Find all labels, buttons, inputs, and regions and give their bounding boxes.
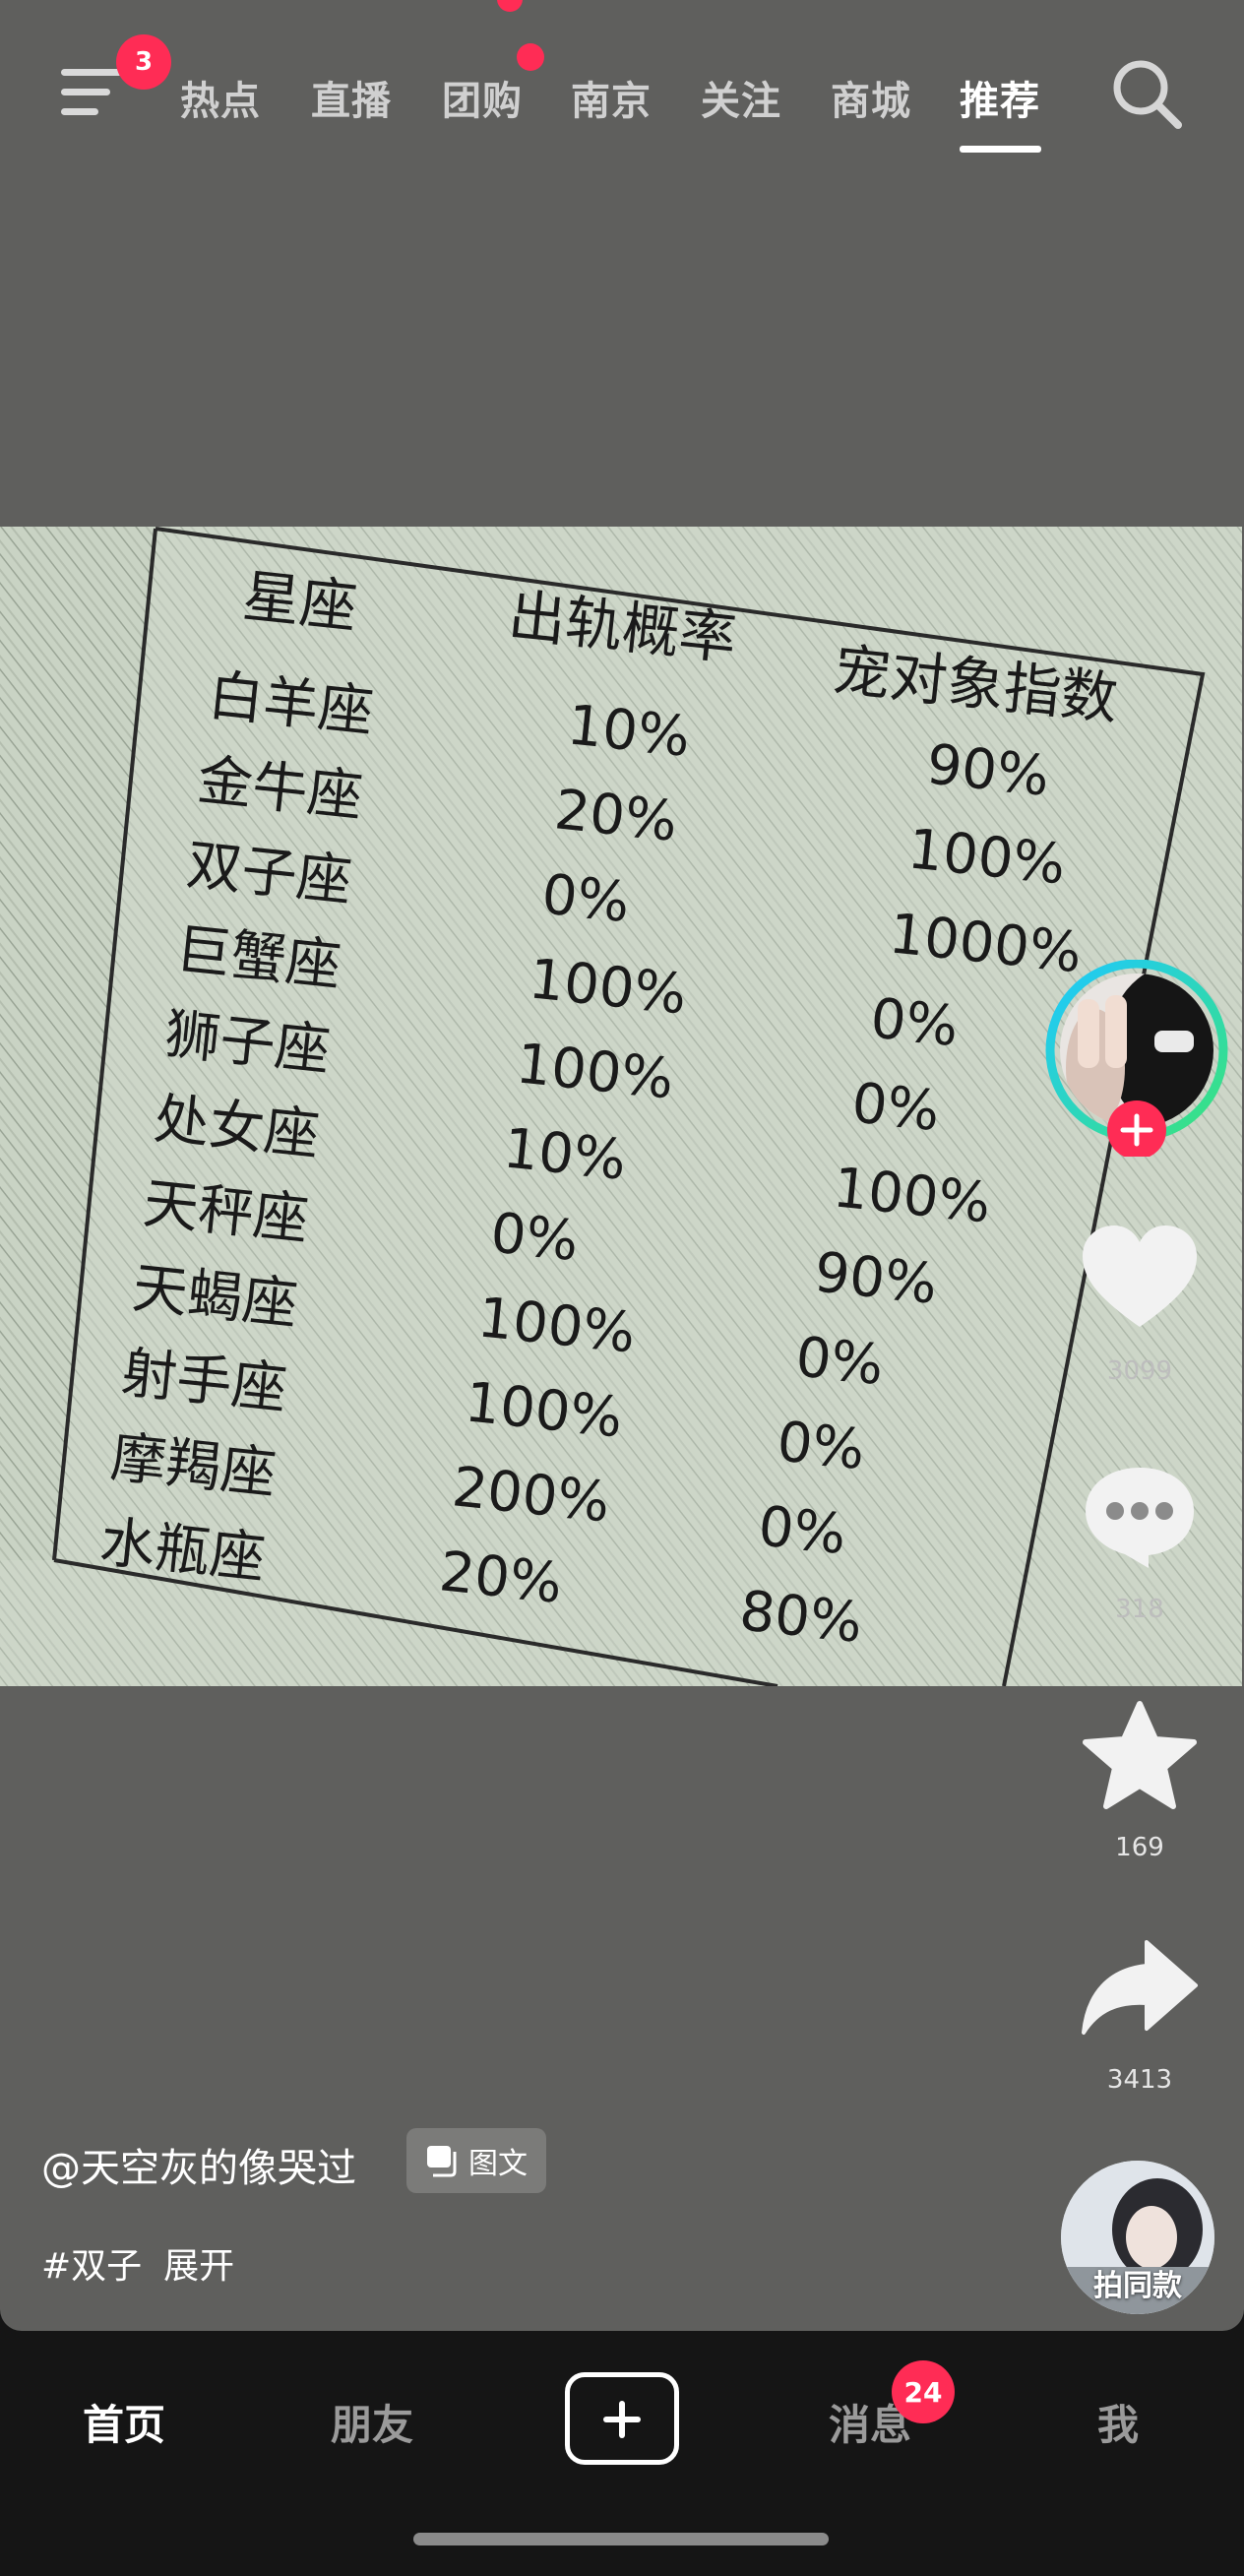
images-icon	[427, 2146, 457, 2177]
favorite-count: 169	[1115, 1833, 1164, 1862]
feed-card: 3 热点 直播 团购 南京 关注 商城 推荐 星座 出轨概率 宠对象指数 白羊座 10%…	[0, 0, 1244, 2331]
tab-group-buy[interactable]: 团购	[442, 69, 523, 126]
comment-count: 318	[1115, 1595, 1164, 1624]
same-style-label: 拍同款	[1093, 2269, 1182, 2303]
table-cell-pamper-index: 0%	[849, 1071, 943, 1144]
favorite-icon[interactable]	[1078, 1698, 1202, 1816]
author-name[interactable]: @天空灰的像哭过	[41, 2136, 356, 2193]
table-cell-probability: 20%	[552, 778, 681, 854]
messages-badge: 24	[892, 2360, 955, 2423]
table-cell-probability: 0%	[539, 862, 633, 935]
hashtag-link[interactable]: #双子	[41, 2246, 142, 2287]
create-button[interactable]	[565, 2372, 679, 2465]
expand-button[interactable]: 展开	[163, 2246, 234, 2287]
tab-hot[interactable]: 热点	[180, 69, 261, 126]
menu-button[interactable]	[57, 61, 126, 122]
tab-recommend[interactable]: 推荐	[960, 69, 1040, 126]
comment-icon[interactable]	[1078, 1462, 1202, 1572]
search-icon[interactable]	[1107, 54, 1186, 133]
nav-friends[interactable]: 朋友	[331, 2392, 413, 2452]
table-cell-pamper-index: 0%	[868, 986, 962, 1059]
tab-group-buy-dot	[517, 43, 544, 71]
table-cell-pamper-index: 0%	[775, 1410, 868, 1482]
caption-tags: #双子 展开	[41, 2237, 234, 2289]
table-cell-probability: 10%	[565, 693, 694, 770]
table-header-sign: 星座	[240, 562, 360, 641]
table-cell-pamper-index: 0%	[793, 1325, 887, 1398]
table-cell-probability: 0%	[488, 1201, 582, 1274]
tab-live[interactable]: 直播	[311, 69, 392, 126]
table-cell-pamper-index: 0%	[756, 1494, 849, 1567]
tab-following[interactable]: 关注	[701, 69, 781, 126]
share-icon[interactable]	[1078, 1934, 1202, 2042]
table-cell-probability: 10%	[501, 1116, 630, 1193]
like-icon[interactable]	[1078, 1221, 1202, 1339]
home-indicator[interactable]	[413, 2533, 829, 2545]
table-cell-probability: 20%	[437, 1539, 566, 1616]
like-count: 3099	[1106, 1356, 1173, 1386]
table-cell-pamper-index: 90%	[924, 732, 1053, 809]
menu-icon	[61, 69, 122, 76]
share-count: 3413	[1106, 2065, 1173, 2095]
post-type-badge: 图文	[406, 2128, 546, 2193]
tab-mall[interactable]: 商城	[831, 69, 911, 126]
status-dot	[497, 0, 523, 12]
creator-avatar[interactable]	[1038, 960, 1235, 1157]
active-tab-indicator	[960, 146, 1041, 153]
nav-home[interactable]: 首页	[83, 2392, 165, 2452]
tab-nanjing[interactable]: 南京	[571, 69, 652, 126]
post-type-label: 图文	[468, 2147, 528, 2181]
table-cell-pamper-index: 90%	[812, 1240, 941, 1317]
same-style-button[interactable]: 拍同款	[1061, 2161, 1214, 2314]
table-cell-pamper-index: 80%	[737, 1579, 866, 1656]
nav-me[interactable]: 我	[1097, 2392, 1139, 2452]
menu-notification-badge: 3	[116, 34, 171, 90]
